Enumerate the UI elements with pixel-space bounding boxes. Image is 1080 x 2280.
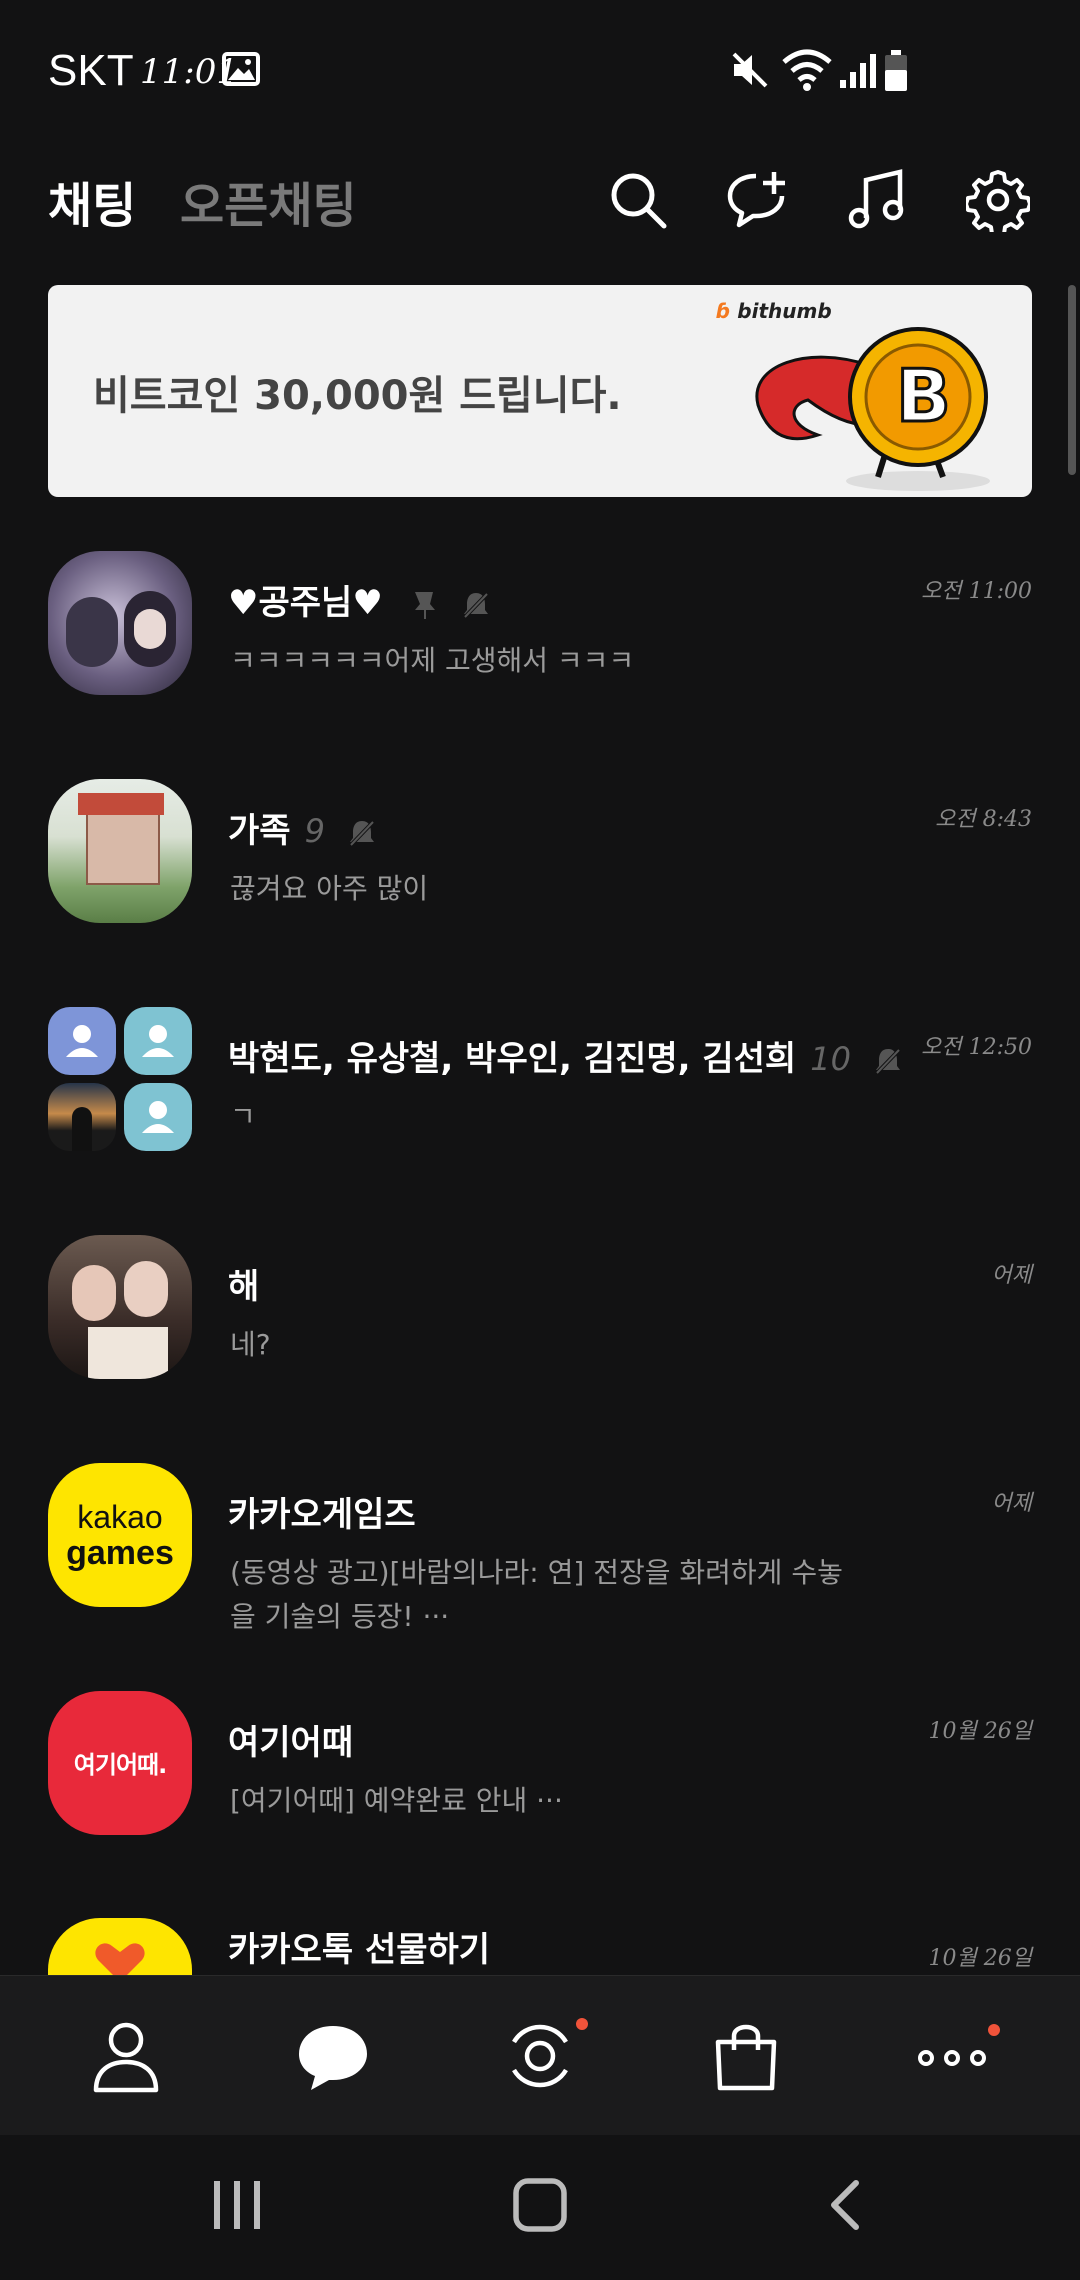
gift-heart-icon [95,1943,145,1975]
chat-time: 오전 11:00 [921,579,1032,604]
bell-off-icon [874,1047,902,1075]
chat-time: 오전 12:50 [921,1035,1032,1060]
tab-open-chats[interactable]: 오픈채팅 [180,166,357,236]
avatar [48,1083,116,1151]
system-nav-bar [0,2135,1080,2280]
mute-icon [732,52,768,88]
gallery-icon [222,52,260,86]
view-icon[interactable] [500,2016,580,2096]
ad-banner[interactable]: 비트코인 30,000원 드립니다. ɓ bithumb B [48,285,1032,497]
battery-icon [885,50,907,91]
bitcoin-mascot-icon: B [755,327,990,491]
avatar [48,1007,116,1075]
chat-preview: ㄱ [230,1100,256,1133]
banner-text: 비트코인 30,000원 드립니다. [93,373,622,419]
settings-gear-icon[interactable] [966,168,1030,232]
carrier-label: SKT [48,46,134,95]
back-icon[interactable] [826,2177,866,2233]
avatar [48,1235,192,1379]
scrollbar[interactable] [1068,285,1076,475]
home-icon[interactable] [512,2175,568,2235]
default-profile-icon [142,1101,174,1133]
chat-bubble-icon[interactable] [293,2016,373,2096]
member-count: 9 [304,812,325,850]
chat-time: 어제 [991,1491,1032,1516]
gift-avatar [48,1918,192,1975]
chat-name: 해 [228,1267,260,1307]
chat-preview: 네? [230,1328,271,1361]
chat-name: ♥공주님♥ [228,575,491,624]
chat-preview: 끊겨요 아주 많이 [230,872,429,905]
avatar [48,779,192,923]
chat-name: 가족 9 [228,803,377,852]
avatar [124,1007,192,1075]
group-avatar [48,1007,192,1151]
music-icon[interactable] [846,168,910,232]
yeogi-logo: 여기어때. [48,1691,192,1835]
chat-name: 여기어때 [228,1723,354,1763]
person-icon[interactable] [86,2016,166,2096]
bell-off-icon [348,819,376,847]
status-bar: SKT 11:01 [0,0,1080,140]
bottom-nav [0,1975,1080,2136]
chat-row[interactable]: 박현도, 유상철, 박우인, 김진명, 김선희 10 ㄱ 오전 12:50 [0,1007,1080,1235]
kakao-games-logo: kakao games [48,1463,192,1607]
chat-name: 박현도, 유상철, 박우인, 김진명, 김선희 10 [228,1031,903,1080]
recent-apps-icon[interactable] [212,2177,262,2233]
chat-row[interactable]: 해 네? 어제 [0,1235,1080,1463]
chat-row[interactable]: 카카오톡 선물하기 10월 26일 [0,1910,1080,1975]
chat-time: 오전 8:43 [935,807,1032,832]
tab-chats[interactable]: 채팅 [48,166,136,236]
chat-row[interactable]: 여기어때. 여기어때 [여기어때] 예약완료 안내 ··· 10월 26일 [0,1691,1080,1919]
bell-off-icon [462,591,489,619]
signal-icon [840,54,876,88]
member-count: 10 [810,1040,851,1078]
bithumb-logo: ɓ bithumb [716,299,832,323]
new-chat-icon[interactable] [726,168,790,232]
more-icon[interactable] [912,2016,992,2096]
default-profile-icon [142,1025,174,1057]
wifi-icon [782,49,832,91]
avatar [48,551,192,695]
chat-name: 카카오게임즈 [228,1495,416,1535]
chat-preview: ㅋㅋㅋㅋㅋㅋ어제 고생해서 ㅋㅋㅋ [230,644,635,677]
svg-text:B: B [896,354,951,438]
chat-time: 어제 [991,1263,1032,1288]
default-profile-icon [66,1025,98,1057]
chat-row[interactable]: ♥공주님♥ ㅋㅋㅋㅋㅋㅋ어제 고생해서 ㅋㅋㅋ 오전 11:00 [0,551,1080,779]
search-icon[interactable] [606,168,670,232]
chat-row[interactable]: kakao games 카카오게임즈 (동영상 광고)[바람의나라: 연] 전장… [0,1463,1080,1691]
chat-time: 10월 26일 [928,1719,1032,1744]
shopping-bag-icon[interactable] [706,2016,786,2096]
chat-time: 10월 26일 [928,1946,1032,1971]
notification-badge [576,2018,588,2030]
notification-badge [988,2024,1000,2036]
chat-preview: [여기어때] 예약완료 안내 ··· [230,1784,563,1817]
avatar [124,1083,192,1151]
chat-row[interactable]: 가족 9 끊겨요 아주 많이 오전 8:43 [0,779,1080,1007]
pin-icon [414,591,435,619]
chat-name: 카카오톡 선물하기 [228,1930,491,1970]
chat-preview: (동영상 광고)[바람의나라: 연] 전장을 화려하게 수놓을 기술의 등장! … [230,1556,843,1633]
